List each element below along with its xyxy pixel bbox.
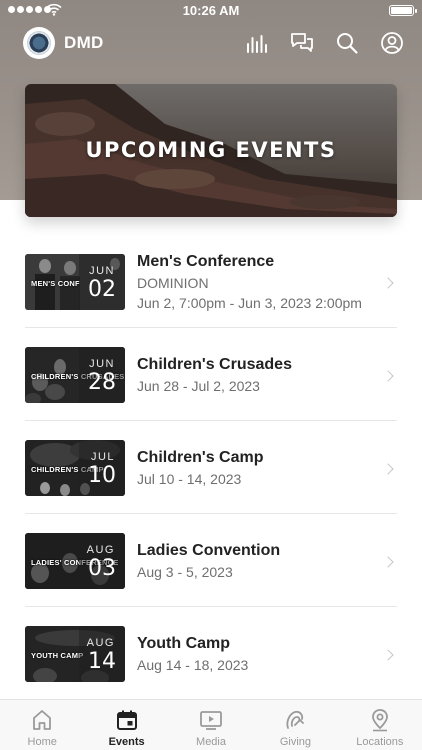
- event-day: 14: [88, 649, 116, 674]
- chevron-right-icon: [382, 277, 394, 289]
- event-dates: Aug 3 - 5, 2023: [137, 564, 233, 580]
- giving-icon: [286, 710, 305, 729]
- event-title: Men's Conference: [137, 253, 275, 270]
- event-dates: Jul 10 - 14, 2023: [137, 471, 242, 487]
- event-item-mens-conference[interactable]: MEN'S CONF JUN 02 Men's Conference DOMIN…: [25, 235, 397, 328]
- search-icon[interactable]: [335, 31, 359, 55]
- tab-label: Media: [196, 736, 226, 748]
- event-item-youth-camp[interactable]: YOUTH CAMP AUG 14 Youth Camp Aug 14 - 18…: [25, 607, 397, 700]
- tab-events[interactable]: Events: [84, 700, 168, 750]
- chevron-right-icon: [382, 463, 394, 475]
- tab-giving[interactable]: Giving: [253, 700, 337, 750]
- event-month: JUL: [90, 451, 115, 463]
- chat-bubbles-icon[interactable]: [290, 31, 314, 55]
- event-dates: Jun 28 - Jul 2, 2023: [137, 378, 260, 394]
- event-month: JUN: [89, 358, 115, 370]
- event-item-childrens-camp[interactable]: CHILDREN'S CAMP JUL 10 Children's Camp J…: [25, 421, 397, 514]
- event-thumbnail: YOUTH CAMP AUG 14: [25, 626, 125, 682]
- church-logo[interactable]: [23, 27, 55, 59]
- event-item-childrens-crusades[interactable]: CHILDREN'S CRUSADES JUN 28 Children's Cr…: [25, 328, 397, 421]
- bars-chart-icon[interactable]: [245, 31, 269, 55]
- event-month: AUG: [86, 637, 115, 649]
- banner-title: UPCOMING EVENTS: [85, 138, 337, 162]
- event-day: 02: [88, 277, 116, 302]
- location-pin-icon: [371, 709, 388, 732]
- event-location: DOMINION: [137, 275, 209, 291]
- home-icon: [33, 710, 52, 730]
- event-month: AUG: [86, 544, 115, 556]
- event-month: JUN: [89, 265, 115, 277]
- event-title: Children's Camp: [137, 449, 264, 466]
- thumbnail-tag: YOUTH CAMP: [31, 651, 84, 660]
- chevron-right-icon: [382, 649, 394, 661]
- status-time: 10:26 AM: [182, 3, 240, 18]
- event-title: Children's Crusades: [137, 356, 292, 373]
- tab-label: Events: [108, 736, 145, 748]
- calendar-icon: [116, 710, 137, 730]
- tab-media[interactable]: Media: [169, 700, 253, 750]
- tab-label: Home: [27, 736, 57, 748]
- chevron-right-icon: [382, 556, 394, 568]
- thumbnail-tag: MEN'S CONF: [31, 279, 80, 288]
- chevron-right-icon: [382, 370, 394, 382]
- battery-icon: [389, 5, 417, 16]
- status-bar: 10:26 AM: [0, 0, 422, 22]
- tab-label: Giving: [279, 736, 312, 748]
- tab-label: Locations: [356, 736, 404, 748]
- event-dates: Jun 2, 7:00pm - Jun 3, 2023 2:00pm: [137, 295, 362, 311]
- event-item-ladies-convention[interactable]: LADIES' CONFERENCE AUG 03 Ladies Convent…: [25, 514, 397, 607]
- event-title: Ladies Convention: [137, 542, 281, 559]
- event-thumbnail: MEN'S CONF JUN 02: [25, 254, 125, 310]
- event-thumbnail: LADIES' CONFERENCE AUG 03: [25, 533, 125, 589]
- event-thumbnail: CHILDREN'S CAMP JUL 10: [25, 440, 125, 496]
- event-thumbnail: CHILDREN'S CRUSADES JUN 28: [25, 347, 125, 403]
- event-day: 10: [88, 463, 116, 488]
- tab-home[interactable]: Home: [0, 700, 84, 750]
- bottom-tab-bar: Home Events Media Giving Locations: [0, 699, 422, 750]
- tab-locations[interactable]: Locations: [338, 700, 422, 750]
- event-title: Youth Camp: [137, 635, 231, 652]
- play-icon: [200, 711, 222, 730]
- app-bar: DMD: [0, 24, 422, 64]
- event-dates: Aug 14 - 18, 2023: [137, 657, 249, 673]
- profile-icon[interactable]: [380, 31, 404, 55]
- event-day: 28: [88, 370, 116, 395]
- brand-name: DMD: [64, 33, 104, 52]
- upcoming-events-banner: UPCOMING EVENTS: [25, 84, 397, 217]
- event-day: 03: [88, 556, 116, 581]
